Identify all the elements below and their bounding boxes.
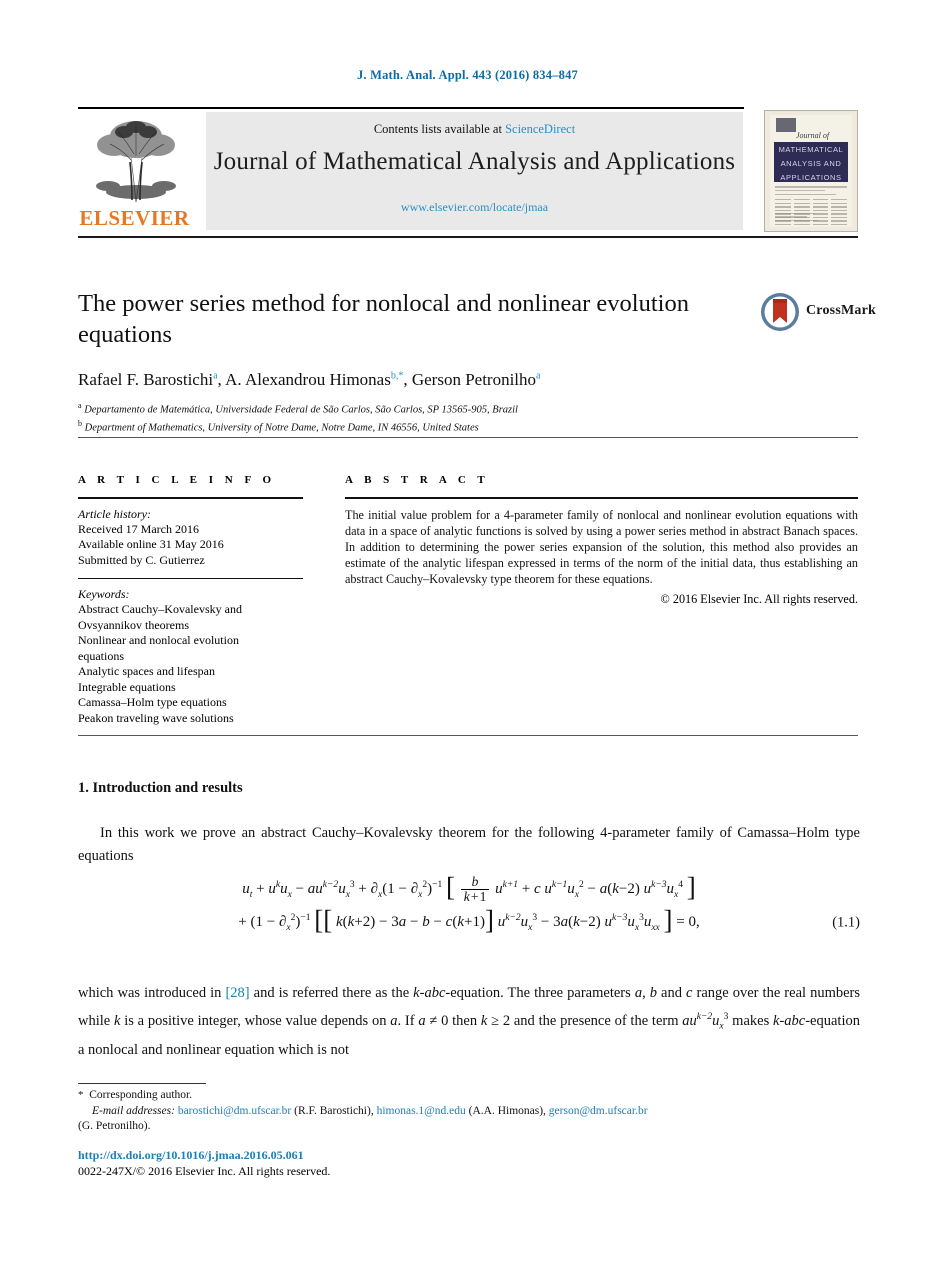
affiliation-a: a Departamento de Matemática, Universida… <box>78 399 878 417</box>
affiliation-b-text: Department of Mathematics, University of… <box>84 422 479 434</box>
keyword-line: Camassa–Holm type equations <box>78 695 227 709</box>
history-item: Available online 31 May 2016 <box>78 537 224 551</box>
asterisk-icon: * <box>78 1089 84 1101</box>
post-equation-paragraph: which was introduced in [28] and is refe… <box>78 985 861 1058</box>
equation-line-1-math: ut + ukux − auk−2ux3 + ∂x(1 − ∂x2)−1 [ b… <box>242 871 696 904</box>
article-history-list: Received 17 March 2016 Available online … <box>78 522 303 569</box>
keywords-list: Abstract Cauchy–Kovalevsky and Ovsyannik… <box>78 602 303 726</box>
intro-paragraph: In this work we prove an abstract Cauchy… <box>78 822 860 868</box>
author-section-rule <box>78 437 858 438</box>
email-owner-himonas: (A.A. Himonas) <box>468 1104 544 1117</box>
abstract-section-rule <box>78 735 858 736</box>
keywords-title: Keywords: <box>78 587 130 601</box>
footer-block: http://dx.doi.org/10.1016/j.jmaa.2016.05… <box>78 1148 678 1179</box>
para2-pre: which was introduced in <box>78 985 226 1001</box>
crossmark-label: CrossMark <box>806 303 876 318</box>
cover-text-lines <box>775 186 847 198</box>
abstract-column: A B S T R A C T The initial value proble… <box>345 474 858 607</box>
keyword-line: Analytic spaces and lifespan <box>78 664 215 678</box>
issn-copyright-line: 0022-247X/© 2016 Elsevier Inc. All right… <box>78 1163 331 1178</box>
section-heading: 1. Introduction and results <box>78 780 243 796</box>
elsevier-logo: ELSEVIER <box>78 114 191 232</box>
affiliation-marker-b: b <box>78 419 82 428</box>
equation-1-1: ut + ukux − auk−2ux3 + ∂x(1 − ∂x2)−1 [ b… <box>78 872 860 940</box>
author-list: Rafael F. Barostichia, A. Alexandrou Him… <box>78 370 541 389</box>
doi-link[interactable]: http://dx.doi.org/10.1016/j.jmaa.2016.05… <box>78 1148 678 1164</box>
email-addresses-note: E-mail addresses: barostichi@dm.ufscar.b… <box>92 1104 648 1117</box>
keyword-line: Abstract Cauchy–Kovalevsky and <box>78 602 242 616</box>
article-page: J. Math. Anal. Appl. 443 (2016) 834–847 <box>0 0 935 1266</box>
masthead-top-rule <box>78 107 744 109</box>
affiliation-a-text: Departamento de Matemática, Universidade… <box>84 404 518 416</box>
article-info-column: A R T I C L E I N F O Article history: R… <box>78 474 303 726</box>
keyword-line: Integrable equations <box>78 679 176 694</box>
article-history-title: Article history: <box>78 506 151 521</box>
cover-script-text: Journal of <box>796 131 830 140</box>
article-info-heading: A R T I C L E I N F O <box>78 474 276 486</box>
keyword-line: Nonlinear and nonlocal evolution <box>78 633 239 647</box>
history-item: Received 17 March 2016 <box>78 521 199 536</box>
affiliation-marker-a: a <box>78 401 82 410</box>
info-rule-2 <box>78 578 303 579</box>
footnote-rule <box>78 1083 206 1084</box>
corresponding-author-text: Corresponding author. <box>89 1089 193 1101</box>
cover-footer-lines <box>775 212 847 223</box>
journal-homepage-url[interactable]: www.elsevier.com/locate/jmaa <box>206 200 743 215</box>
keyword-line: Peakon traveling wave solutions <box>78 710 234 725</box>
email-link-barostichi[interactable]: barostichi@dm.ufscar.br <box>178 1105 291 1117</box>
email-owner-barostichi: (R.F. Barostichi) <box>294 1104 371 1117</box>
keyword-line: equations <box>78 648 124 663</box>
running-head: J. Math. Anal. Appl. 443 (2016) 834–847 <box>356 68 578 82</box>
affiliation-b: b Department of Mathematics, University … <box>78 417 878 435</box>
sciencedirect-link[interactable]: ScienceDirect <box>505 122 575 136</box>
equation-line-2-math: + (1 − ∂x2)−1 [[ k(k+2) − 3a − b − c(k+1… <box>238 905 700 935</box>
keyword-line: Ovsyannikov theorems <box>78 617 189 632</box>
cover-publisher-logo-icon <box>776 118 796 132</box>
journal-title: Journal of Mathematical Analysis and App… <box>213 148 736 175</box>
contents-list-line: Contents lists available at ScienceDirec… <box>206 122 743 137</box>
contents-list-text: Contents lists available at <box>373 122 506 136</box>
abstract-text: The initial value problem for a 4-parame… <box>345 507 858 587</box>
email-link-petronilho[interactable]: gerson@dm.ufscar.br <box>549 1105 648 1117</box>
cover-inner: Journal of MATHEMATICAL ANALYSIS AND APP… <box>770 115 852 227</box>
journal-cover-thumbnail: Journal of MATHEMATICAL ANALYSIS AND APP… <box>764 110 858 232</box>
crossmark-badge[interactable]: CrossMark <box>760 292 876 334</box>
abstract-rule <box>345 497 858 499</box>
email-label: E-mail addresses: <box>92 1104 175 1117</box>
affiliations: a Departamento de Matemática, Universida… <box>78 399 878 435</box>
email-link-himonas[interactable]: himonas.1@nd.edu <box>377 1105 466 1117</box>
masthead-bottom-rule <box>78 236 858 238</box>
history-item: Submitted by C. Gutierrez <box>78 552 205 567</box>
elsevier-tree-icon <box>84 114 188 206</box>
equation-line-2: + (1 − ∂x2)−1 [[ k(k+2) − 3a − b − c(k+1… <box>78 906 860 940</box>
equation-number: (1.1) <box>832 914 860 931</box>
info-rule-1 <box>78 497 303 499</box>
elsevier-wordmark: ELSEVIER <box>79 206 190 230</box>
equation-line-1: ut + ukux − auk−2ux3 + ∂x(1 − ∂x2)−1 [ b… <box>78 872 860 906</box>
crossmark-icon <box>760 292 800 332</box>
abstract-heading: A B S T R A C T <box>345 474 490 486</box>
email-owner-petronilho: (G. Petronilho). <box>78 1120 151 1132</box>
cover-title-band: MATHEMATICAL ANALYSIS AND APPLICATIONS <box>774 142 848 182</box>
cover-band-line-3: APPLICATIONS <box>780 173 842 182</box>
journal-masthead: ELSEVIER Contents lists available at Sci… <box>78 110 858 232</box>
article-title: The power series method for nonlocal and… <box>78 290 689 348</box>
journal-banner: Contents lists available at ScienceDirec… <box>206 112 743 230</box>
corresponding-author-note: * Corresponding author. <box>78 1088 860 1104</box>
abstract-copyright: © 2016 Elsevier Inc. All rights reserved… <box>660 591 858 606</box>
cover-band-line-1: MATHEMATICAL <box>778 145 844 154</box>
intro-paragraph-text: In this work we prove an abstract Cauchy… <box>78 825 860 864</box>
reference-link-28[interactable]: [28] <box>225 985 249 1001</box>
cover-band-line-2: ANALYSIS AND <box>780 159 842 168</box>
footnote-block: * Corresponding author. E-mail addresses… <box>78 1088 860 1135</box>
